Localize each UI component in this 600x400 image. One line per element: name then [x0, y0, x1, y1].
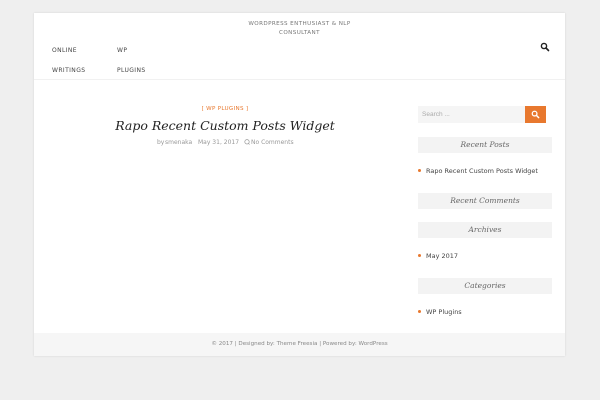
widget-title-recent-posts: Recent Posts — [418, 137, 552, 153]
header-divider — [34, 79, 565, 80]
nav-item-wp[interactable]: WP — [117, 47, 127, 54]
widget-title-categories: Categories — [418, 278, 552, 294]
search-icon — [531, 110, 540, 119]
post-category-link[interactable]: [ WP PLUGINS ] — [140, 106, 310, 112]
bullet-icon — [418, 254, 421, 257]
recent-post-link[interactable]: Rapo Recent Custom Posts Widget — [426, 167, 538, 175]
site-footer: © 2017 | Designed by: Theme Freesia | Po… — [34, 333, 565, 356]
bullet-icon — [418, 169, 421, 172]
widget-title-recent-comments: Recent Comments — [418, 193, 552, 209]
bullet-icon — [418, 310, 421, 313]
post-author-link[interactable]: smenaka — [165, 139, 192, 146]
search-icon — [540, 42, 550, 52]
site-tagline-line-1: WORDPRESS ENTHUSIAST & NLP — [248, 21, 351, 27]
archive-link[interactable]: May 2017 — [426, 252, 458, 260]
category-link[interactable]: WP Plugins — [426, 308, 462, 316]
sidebar-search-input[interactable] — [418, 106, 528, 123]
site-tagline: WORDPRESS ENTHUSIAST & NLP CONSULTANT — [34, 20, 565, 38]
category-item[interactable]: WP Plugins — [418, 308, 462, 316]
archive-item[interactable]: May 2017 — [418, 252, 458, 260]
nav-item-online[interactable]: ONLINE — [52, 47, 77, 54]
post-by-label: by — [157, 139, 165, 146]
comment-icon — [244, 139, 250, 145]
page-card: WORDPRESS ENTHUSIAST & NLP CONSULTANT ON… — [34, 13, 565, 356]
post-comments-link[interactable]: No Comments — [244, 139, 294, 146]
post-comments-label: No Comments — [251, 139, 294, 146]
sidebar-search-button[interactable] — [525, 106, 546, 123]
post-title[interactable]: Rapo Recent Custom Posts Widget — [90, 118, 360, 133]
post-date[interactable]: May 31, 2017 — [198, 139, 239, 146]
site-tagline-line-2: CONSULTANT — [279, 30, 320, 36]
nav-item-plugins[interactable]: PLUGINS — [117, 67, 146, 74]
nav-item-writings[interactable]: WRITINGS — [52, 67, 85, 74]
widget-title-archives: Archives — [418, 222, 552, 238]
header-search-toggle[interactable] — [540, 37, 550, 52]
recent-post-item[interactable]: Rapo Recent Custom Posts Widget — [418, 167, 538, 175]
